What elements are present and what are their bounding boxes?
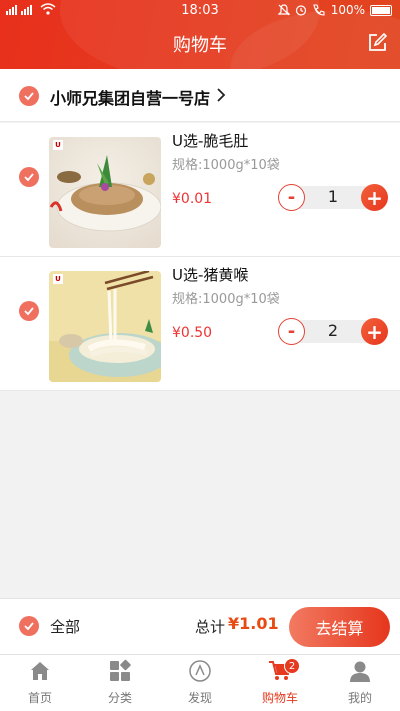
product-name[interactable]: U选-脆毛肚	[172, 130, 248, 151]
battery-icon	[370, 4, 392, 16]
status-bar: 18:03 100%	[0, 0, 400, 22]
brand-logo: U	[53, 140, 63, 150]
increase-button[interactable]: +	[361, 184, 388, 211]
category-icon	[110, 659, 131, 681]
brand-logo: U	[53, 274, 63, 284]
tab-profile[interactable]: 我的	[320, 655, 400, 711]
checkmark-icon	[24, 92, 34, 101]
home-icon	[31, 662, 49, 680]
tab-discover[interactable]: 发现	[160, 655, 240, 711]
noodle-dish-image	[49, 271, 161, 382]
tab-cart[interactable]: 2 购物车	[240, 655, 320, 711]
store-select-checkbox[interactable]	[19, 86, 39, 106]
profile-icon	[350, 661, 370, 682]
tab-label: 我的	[347, 691, 372, 705]
decrease-button[interactable]: -	[278, 318, 305, 345]
cart-item: U U选-猪黄喉 规格:1000g*10袋 ¥0.50 - 2 +	[0, 257, 400, 391]
hd-call-icon	[313, 4, 325, 16]
chevron-right-icon[interactable]	[215, 87, 227, 103]
checkout-button[interactable]: 去结算	[289, 607, 390, 647]
product-name[interactable]: U选-猪黄喉	[172, 264, 248, 285]
tab-label: 首页	[27, 691, 52, 705]
quantity-stepper: - 1 +	[278, 184, 388, 211]
tab-label: 分类	[107, 691, 132, 705]
checkout-summary-bar: 全部 总计 ¥1.01 去结算	[0, 598, 400, 654]
checkmark-icon	[24, 307, 34, 316]
increase-button[interactable]: +	[361, 318, 388, 345]
store-name[interactable]: 小师兄集团自营一号店	[50, 85, 210, 109]
cart-count-badge: 2	[284, 658, 300, 674]
select-all-checkbox[interactable]	[19, 616, 39, 636]
item-select-checkbox[interactable]	[19, 167, 39, 187]
bottom-tab-bar: 首页 分类 发现 2 购物车 我的	[0, 654, 400, 711]
total-label: 总计	[195, 618, 226, 636]
checkmark-icon	[24, 173, 34, 182]
edit-icon[interactable]	[367, 33, 387, 53]
tripe-dish-image	[49, 137, 161, 248]
product-spec: 规格:1000g*10袋	[172, 158, 280, 173]
tab-label: 发现	[187, 691, 212, 705]
tab-label: 购物车	[261, 691, 298, 705]
select-all-label[interactable]: 全部	[50, 616, 80, 637]
product-spec: 规格:1000g*10袋	[172, 292, 280, 307]
product-price: ¥0.50	[172, 325, 213, 341]
item-select-checkbox[interactable]	[19, 301, 39, 321]
mute-icon	[277, 4, 290, 16]
quantity-value[interactable]: 2	[305, 321, 361, 340]
status-right: 100%	[277, 3, 392, 17]
decrease-button[interactable]: -	[278, 184, 305, 211]
discover-icon	[189, 660, 211, 682]
cart-item: U U选-脆毛肚 规格:1000g*10袋 ¥0.01 - 1 +	[0, 123, 400, 257]
product-price: ¥0.01	[172, 191, 213, 207]
total-value: ¥1.01	[228, 614, 279, 633]
checkmark-icon	[24, 622, 34, 631]
product-image[interactable]: U	[49, 271, 161, 382]
product-image[interactable]: U	[49, 137, 161, 248]
top-bar: 18:03 100% 购物车	[0, 0, 400, 69]
tab-home[interactable]: 首页	[0, 655, 80, 711]
tab-category[interactable]: 分类	[80, 655, 160, 711]
alarm-icon	[295, 5, 306, 16]
store-header[interactable]: 小师兄集团自营一号店	[0, 69, 400, 122]
battery-percent: 100%	[330, 3, 365, 17]
quantity-stepper: - 2 +	[278, 318, 388, 345]
quantity-value[interactable]: 1	[305, 187, 361, 206]
page-title: 购物车	[173, 35, 227, 56]
